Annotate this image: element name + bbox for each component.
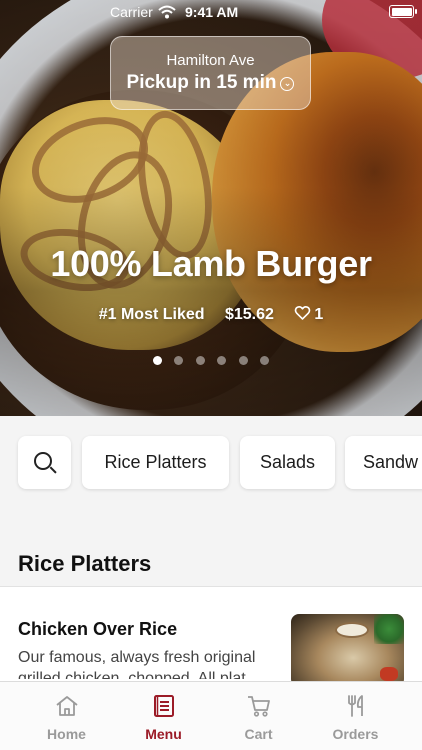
category-chip-salads[interactable]: Salads [240,436,335,489]
tab-cart[interactable]: Cart [206,682,311,750]
hero-title: 100% Lamb Burger [50,243,372,284]
home-icon [55,696,78,716]
menu-item-description: Our famous, always fresh original grille… [18,649,260,679]
carousel-dot[interactable] [174,356,184,365]
carrier-label: Carrier [110,4,153,20]
carousel-dot[interactable] [195,356,205,365]
wifi-icon [158,5,176,19]
search-icon [33,451,52,470]
menu-item-image [291,614,404,687]
carousel-dot[interactable] [152,356,162,365]
tab-label: Cart [244,726,273,742]
category-chip-rice-platters[interactable]: Rice Platters [82,436,229,489]
carousel-dots[interactable] [0,352,422,370]
category-chip-sandwiches[interactable]: Sandw [345,436,422,489]
tab-label: Menu [145,726,182,742]
carousel-dot[interactable] [217,356,227,365]
tab-menu[interactable]: Menu [111,682,216,750]
likes-count: 1 [314,306,324,323]
tab-home[interactable]: Home [14,682,119,750]
tab-orders[interactable]: Orders [303,682,408,750]
menu-item-name: Chicken Over Rice [18,619,178,639]
hero-price: $15.62 [224,306,274,323]
carousel-dot[interactable] [260,356,270,365]
hero-meta: #1 Most Liked $15.62 1 [0,305,422,324]
pickup-eta: Pickup in 15 min ⌄ [111,72,310,94]
pickup-location: Hamilton Ave [166,52,255,69]
battery-icon [389,5,417,18]
tab-label: Orders [332,726,379,742]
chevron-down-icon: ⌄ [280,77,295,91]
tab-label: Home [47,726,86,742]
pickup-eta-label: Pickup in 15 min [126,72,277,93]
menu-item-card[interactable]: Chicken Over Rice Our famous, always fre… [0,587,422,687]
hero-likes[interactable]: 1 [294,306,323,323]
section-title: Rice Platters [18,551,152,576]
hero-badge: #1 Most Liked [98,306,205,323]
menu-icon [153,695,174,717]
utensils-icon [347,695,363,717]
status-bar: Carrier 9:41 AM [0,0,422,24]
clock: 9:41 AM [185,4,239,20]
heart-icon [295,306,311,320]
search-button[interactable] [18,436,71,489]
carousel-dot[interactable] [238,356,248,365]
tab-bar: Home Menu Cart Orders [0,681,422,750]
cart-icon [247,696,270,717]
pickup-location-button[interactable]: Hamilton Ave Pickup in 15 min ⌄ [110,36,311,110]
